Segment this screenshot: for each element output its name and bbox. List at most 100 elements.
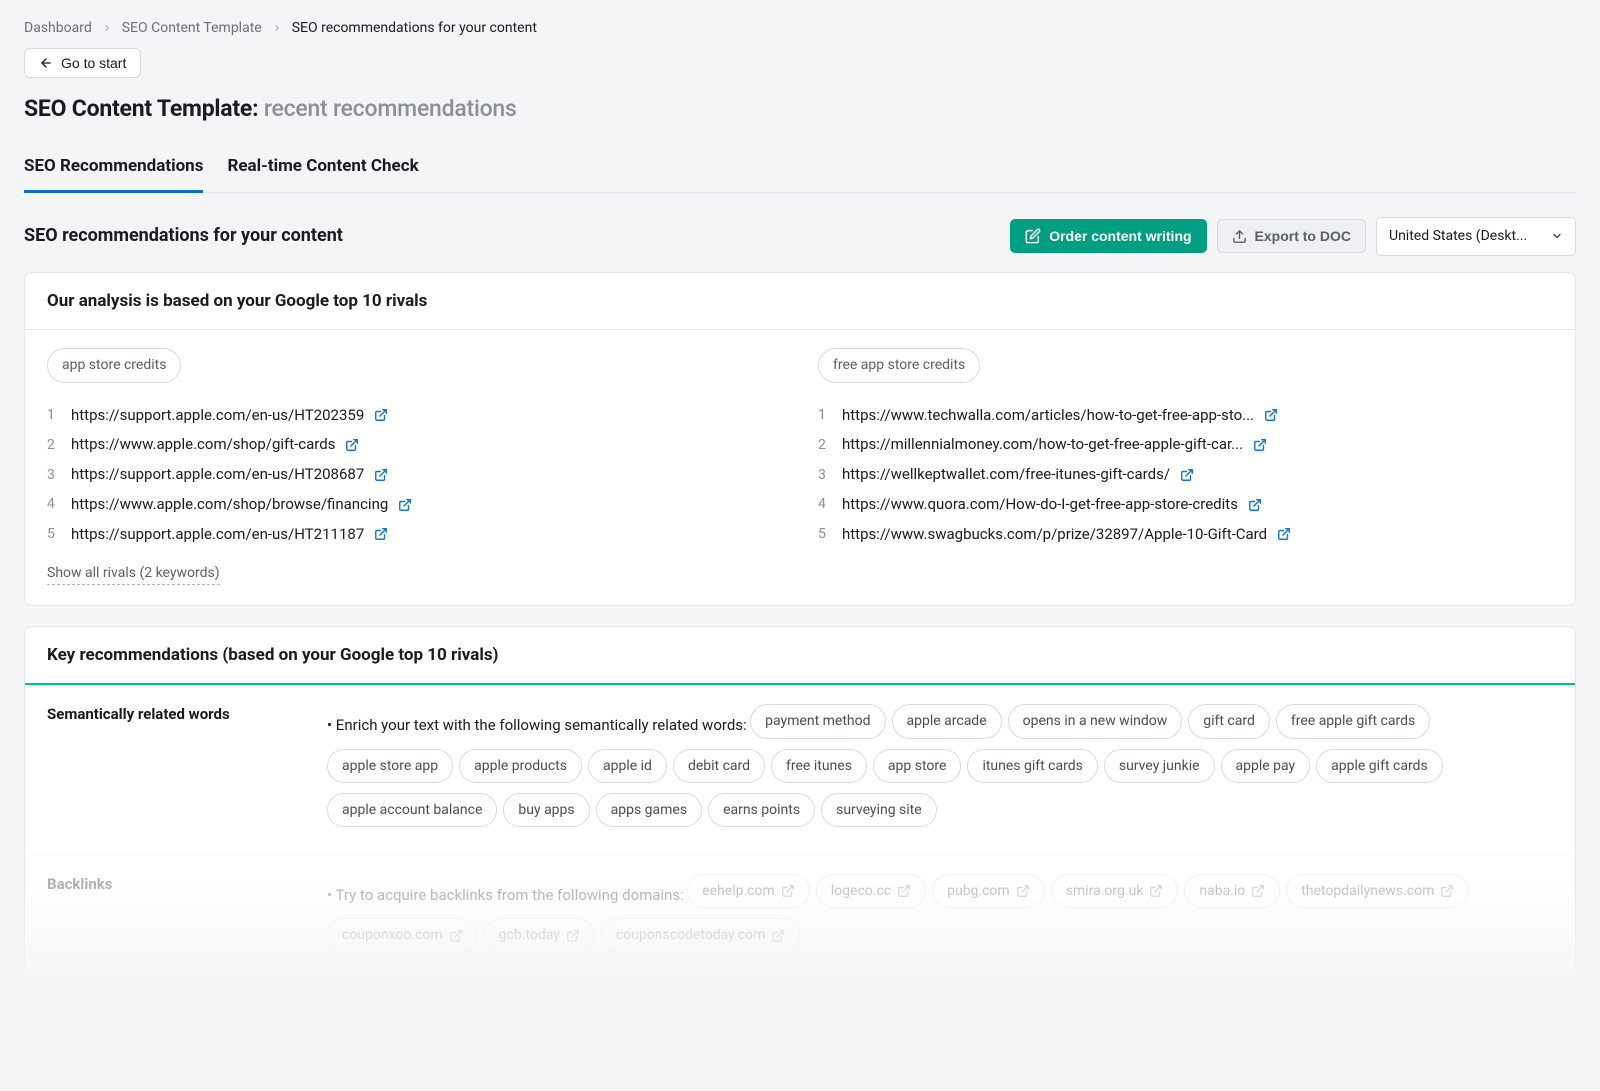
backlink-domain-label: gcb.today [499, 925, 560, 945]
export-to-doc-button[interactable]: Export to DOC [1217, 219, 1366, 253]
backlink-domain-chip[interactable]: thetopdailynews.com [1286, 874, 1469, 908]
breadcrumb-item-template[interactable]: SEO Content Template [122, 18, 262, 38]
rival-list-item[interactable]: https://millennialmoney.com/how-to-get-f… [818, 430, 1553, 460]
backlink-domain-chip[interactable]: couponxoo.com [327, 918, 478, 952]
key-recommendations-card: Key recommendations (based on your Googl… [24, 626, 1576, 982]
chevron-right-icon [102, 23, 112, 33]
external-link-icon[interactable] [374, 468, 388, 482]
external-link-icon[interactable] [1440, 884, 1454, 898]
backlink-domain-chip[interactable]: smira.org.uk [1051, 874, 1179, 908]
breadcrumb-item-dashboard[interactable]: Dashboard [24, 18, 92, 38]
order-content-writing-button[interactable]: Order content writing [1010, 219, 1206, 253]
tab-realtime-content-check[interactable]: Real-time Content Check [227, 148, 418, 194]
external-link-icon[interactable] [771, 929, 785, 943]
rival-list: https://support.apple.com/en-us/HT202359… [47, 401, 782, 550]
backlink-domain-chip[interactable]: naba.io [1184, 874, 1280, 908]
rival-list-item[interactable]: https://www.apple.com/shop/browse/financ… [47, 490, 782, 520]
external-link-icon[interactable] [398, 498, 412, 512]
external-link-icon[interactable] [1264, 408, 1278, 422]
semantic-word-chip[interactable]: buy apps [503, 793, 589, 827]
backlink-domain-label: smira.org.uk [1066, 881, 1144, 901]
semantic-word-chip[interactable]: payment method [750, 704, 885, 738]
upload-icon [1232, 229, 1247, 244]
locale-select[interactable]: United States (Deskt... [1376, 217, 1576, 255]
breadcrumb: Dashboard SEO Content Template SEO recom… [24, 18, 1576, 38]
rival-url: https://millennialmoney.com/how-to-get-f… [842, 434, 1243, 456]
semantic-word-chip[interactable]: apple id [588, 749, 667, 783]
rival-url: https://www.apple.com/shop/gift-cards [71, 434, 335, 456]
semantic-word-chip[interactable]: survey junkie [1104, 749, 1215, 783]
external-link-icon[interactable] [374, 527, 388, 541]
external-link-icon[interactable] [1253, 438, 1267, 452]
semantic-words-row: Semantically related words Enrich your t… [25, 685, 1575, 855]
rival-url: https://www.techwalla.com/articles/how-t… [842, 405, 1254, 427]
keyword-pill: free app store credits [818, 348, 980, 382]
go-to-start-button[interactable]: Go to start [24, 48, 141, 78]
rival-url: https://support.apple.com/en-us/HT211187 [71, 524, 364, 546]
rival-list-item[interactable]: https://support.apple.com/en-us/HT211187 [47, 520, 782, 550]
semantic-word-chip[interactable]: earns points [708, 793, 815, 827]
backlink-domain-chip[interactable]: couponscodetoday.com [601, 918, 800, 952]
rival-list: https://www.techwalla.com/articles/how-t… [818, 401, 1553, 550]
locale-select-value: United States (Deskt... [1389, 226, 1527, 246]
external-link-icon[interactable] [374, 408, 388, 422]
external-link-icon[interactable] [1251, 884, 1265, 898]
backlinks-lead: Try to acquire backlinks from the follow… [327, 886, 684, 904]
show-all-rivals-link[interactable]: Show all rivals (2 keywords) [47, 563, 220, 584]
backlink-domain-chip[interactable]: gcb.today [484, 918, 595, 952]
semantic-word-chip[interactable]: itunes gift cards [967, 749, 1097, 783]
backlink-domain-chip[interactable]: eehelp.com [687, 874, 810, 908]
rival-list-item[interactable]: https://support.apple.com/en-us/HT202359 [47, 401, 782, 431]
rival-url: https://support.apple.com/en-us/HT208687 [71, 464, 364, 486]
semantic-words-label: Semantically related words [47, 704, 287, 837]
backlinks-row: Backlinks Try to acquire backlinks from … [25, 855, 1575, 981]
backlink-domain-label: eehelp.com [702, 881, 775, 901]
semantic-word-chip[interactable]: app store [873, 749, 962, 783]
backlink-domain-chip[interactable]: logeco.cc [816, 874, 926, 908]
rival-list-item[interactable]: https://support.apple.com/en-us/HT208687 [47, 460, 782, 490]
semantic-word-chip[interactable]: apple arcade [892, 704, 1002, 738]
key-recommendations-title: Key recommendations (based on your Googl… [25, 627, 1575, 686]
backlink-domain-label: logeco.cc [831, 881, 891, 901]
external-link-icon[interactable] [1180, 468, 1194, 482]
semantic-word-chip[interactable]: free apple gift cards [1276, 704, 1430, 738]
external-link-icon[interactable] [781, 884, 795, 898]
tabs: SEO Recommendations Real-time Content Ch… [24, 148, 1576, 194]
semantic-word-chip[interactable]: apps games [596, 793, 702, 827]
rival-list-item[interactable]: https://www.quora.com/How-do-I-get-free-… [818, 490, 1553, 520]
rival-list-item[interactable]: https://www.techwalla.com/articles/how-t… [818, 401, 1553, 431]
toolbar: SEO recommendations for your content Ord… [24, 217, 1576, 255]
semantic-word-chip[interactable]: apple gift cards [1316, 749, 1443, 783]
rival-list-item[interactable]: https://www.apple.com/shop/gift-cards [47, 430, 782, 460]
keyword-column: free app store credits https://www.techwa… [818, 348, 1553, 549]
rivals-card-title: Our analysis is based on your Google top… [25, 273, 1575, 331]
order-content-writing-label: Order content writing [1049, 228, 1191, 244]
backlink-domain-label: couponscodetoday.com [616, 925, 765, 945]
go-to-start-label: Go to start [61, 55, 126, 71]
semantic-word-chip[interactable]: apple store app [327, 749, 453, 783]
semantic-word-chip[interactable]: gift card [1188, 704, 1270, 738]
external-link-icon[interactable] [1149, 884, 1163, 898]
semantic-words-lead: Enrich your text with the following sema… [327, 716, 747, 734]
rival-list-item[interactable]: https://wellkeptwallet.com/free-itunes-g… [818, 460, 1553, 490]
external-link-icon[interactable] [1248, 498, 1262, 512]
external-link-icon[interactable] [897, 884, 911, 898]
semantic-word-chip[interactable]: apple pay [1221, 749, 1311, 783]
semantic-word-chip[interactable]: surveying site [821, 793, 937, 827]
edit-icon [1025, 228, 1041, 244]
backlink-domain-label: pubg.com [947, 881, 1010, 901]
external-link-icon[interactable] [1016, 884, 1030, 898]
external-link-icon[interactable] [449, 929, 463, 943]
section-heading: SEO recommendations for your content [24, 223, 343, 249]
semantic-word-chip[interactable]: opens in a new window [1008, 704, 1183, 738]
external-link-icon[interactable] [566, 929, 580, 943]
semantic-word-chip[interactable]: debit card [673, 749, 765, 783]
rival-list-item[interactable]: https://www.swagbucks.com/p/prize/32897/… [818, 520, 1553, 550]
external-link-icon[interactable] [1277, 527, 1291, 541]
semantic-word-chip[interactable]: apple account balance [327, 793, 497, 827]
tab-seo-recommendations[interactable]: SEO Recommendations [24, 148, 203, 194]
semantic-word-chip[interactable]: free itunes [771, 749, 867, 783]
external-link-icon[interactable] [345, 438, 359, 452]
semantic-word-chip[interactable]: apple products [459, 749, 582, 783]
backlink-domain-chip[interactable]: pubg.com [932, 874, 1045, 908]
